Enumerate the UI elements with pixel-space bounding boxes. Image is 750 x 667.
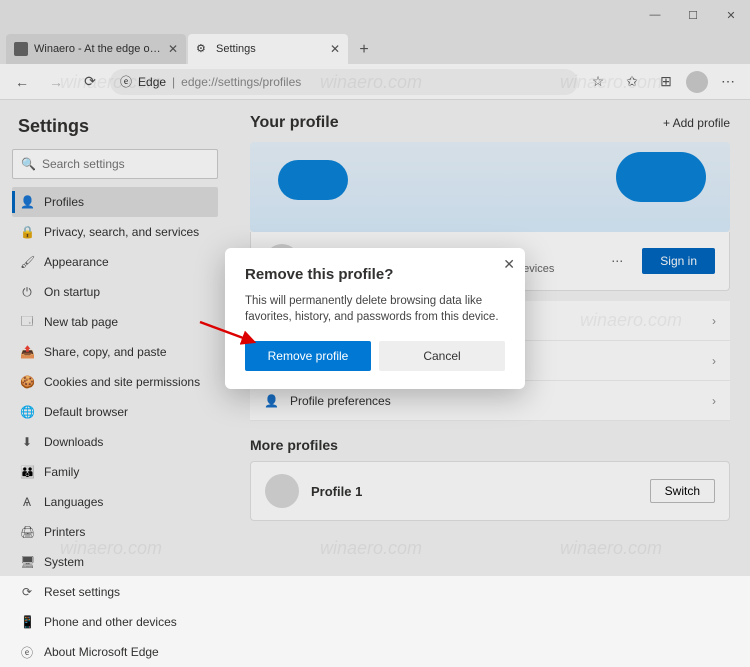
nav-icon: ⟳ (20, 585, 34, 599)
nav-label: About Microsoft Edge (44, 645, 159, 659)
sidebar-item-reset-settings[interactable]: ⟳ Reset settings (12, 577, 218, 607)
dialog-title: Remove this profile? (245, 266, 505, 283)
dialog-body: This will permanently delete browsing da… (245, 293, 505, 325)
dialog-buttons: Remove profile Cancel (245, 341, 505, 371)
remove-profile-dialog: ✕ Remove this profile? This will permane… (225, 248, 525, 389)
sidebar-item-about-microsoft-edge[interactable]: ⓔ About Microsoft Edge (12, 637, 218, 667)
nav-icon: 📱 (20, 615, 34, 629)
cancel-button[interactable]: Cancel (379, 341, 505, 371)
nav-label: Phone and other devices (44, 615, 177, 629)
remove-profile-button[interactable]: Remove profile (245, 341, 371, 371)
sidebar-item-phone-and-other-devices[interactable]: 📱 Phone and other devices (12, 607, 218, 637)
nav-icon: ⓔ (20, 644, 34, 661)
dialog-close-button[interactable]: ✕ (503, 256, 515, 273)
nav-label: Reset settings (44, 585, 120, 599)
modal-overlay: ✕ Remove this profile? This will permane… (0, 0, 750, 576)
